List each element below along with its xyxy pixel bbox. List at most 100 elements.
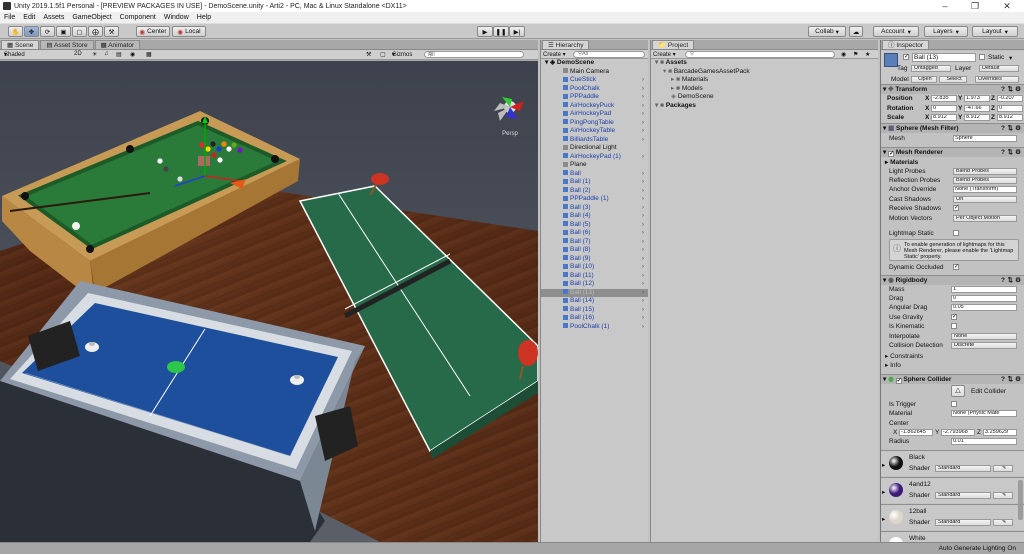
- hierarchy-item[interactable]: Ball (14) ›: [541, 297, 648, 306]
- prefab-open-icon[interactable]: ›: [642, 289, 644, 298]
- gizmos-dropdown[interactable]: Gizmos ▾: [392, 51, 412, 58]
- prefab-open-icon[interactable]: ›: [642, 178, 644, 187]
- prefab-open-icon[interactable]: ›: [642, 93, 644, 102]
- materials-foldout[interactable]: ▸ Materials: [885, 158, 918, 166]
- custom-tool-button[interactable]: ⚒: [104, 26, 119, 37]
- position-z-field[interactable]: -0.207: [997, 95, 1023, 102]
- rect-tool-button[interactable]: ▢: [72, 26, 87, 37]
- prefab-open-icon[interactable]: ›: [642, 246, 644, 255]
- project-search-input[interactable]: ⚲: [685, 51, 835, 58]
- angular-drag-field[interactable]: 0.05: [951, 304, 1017, 311]
- hierarchy-item[interactable]: AirHockeyPuck ›: [541, 102, 648, 111]
- hierarchy-item[interactable]: PPPaddle ›: [541, 93, 648, 102]
- model-select-button[interactable]: Select: [939, 76, 967, 83]
- layers-dropdown[interactable]: Layers ▾: [924, 26, 968, 37]
- model-open-button[interactable]: Open: [911, 76, 937, 83]
- prefab-open-icon[interactable]: ›: [642, 221, 644, 230]
- edit-shader-icon[interactable]: ✎: [993, 465, 1013, 472]
- tab-asset-store[interactable]: ▤ Asset Store: [40, 40, 94, 49]
- light-probes-dropdown[interactable]: Blend Probes: [953, 168, 1017, 175]
- preset-icon[interactable]: ⇅: [1008, 276, 1013, 286]
- layout-dropdown[interactable]: Layout ▾: [972, 26, 1018, 37]
- project-tree-item[interactable]: ◈ DemoScene: [651, 93, 878, 102]
- shader-dropdown[interactable]: Standard: [935, 465, 991, 472]
- scene-viewport[interactable]: Persp: [0, 61, 538, 542]
- static-checkbox[interactable]: [979, 54, 985, 60]
- project-tree-item[interactable]: ▾ ■ BarcadeGamesAssetPack: [651, 68, 878, 77]
- help-icon[interactable]: ?: [1001, 148, 1005, 158]
- account-dropdown[interactable]: Account ▾: [873, 26, 919, 37]
- shader-dropdown[interactable]: Standard: [935, 519, 991, 526]
- material-entry[interactable]: ▸WhiteShaderStandard✎: [881, 531, 1024, 542]
- prefab-open-icon[interactable]: ›: [642, 255, 644, 264]
- axis-x-label[interactable]: X: [925, 105, 929, 112]
- axis-x-label[interactable]: X: [893, 429, 897, 436]
- is-kinematic-checkbox[interactable]: [951, 323, 957, 329]
- prefab-open-icon[interactable]: ›: [642, 110, 644, 119]
- space-toggle[interactable]: ◉ Local: [172, 26, 206, 37]
- axis-z-label[interactable]: Z: [991, 114, 995, 121]
- hierarchy-item[interactable]: PoolChalk (1) ›: [541, 323, 648, 332]
- scale-y-field[interactable]: 8.912: [964, 114, 990, 121]
- center-y-field[interactable]: -2.793968: [941, 429, 975, 436]
- hierarchy-item[interactable]: PoolChalk ›: [541, 85, 648, 94]
- expand-icon[interactable]: ▸: [882, 488, 885, 496]
- prefab-open-icon[interactable]: ›: [642, 323, 644, 332]
- rotate-tool-button[interactable]: ⟳: [40, 26, 55, 37]
- preset-icon[interactable]: ⇅: [1008, 148, 1013, 158]
- step-button[interactable]: ▶|: [509, 26, 525, 37]
- menu-file[interactable]: File: [0, 14, 19, 21]
- axis-x-label[interactable]: X: [925, 114, 929, 121]
- mesh-renderer-enabled-checkbox[interactable]: ✓: [888, 151, 894, 157]
- cloud-button[interactable]: ☁: [849, 26, 863, 37]
- collision-detection-dropdown[interactable]: Discrete: [951, 342, 1017, 349]
- shader-dropdown[interactable]: Standard: [935, 492, 991, 499]
- edit-collider-button[interactable]: △: [951, 385, 965, 397]
- prefab-open-icon[interactable]: ›: [642, 85, 644, 94]
- hierarchy-create-button[interactable]: Create ▾: [543, 51, 566, 58]
- play-button[interactable]: ▶: [477, 26, 493, 37]
- scale-x-field[interactable]: 8.912: [931, 114, 957, 121]
- rotation-x-field[interactable]: 0: [931, 104, 957, 112]
- prefab-open-icon[interactable]: ›: [642, 136, 644, 145]
- rotation-z-field[interactable]: 0: [997, 104, 1023, 112]
- drag-field[interactable]: 0: [951, 295, 1017, 302]
- hierarchy-item[interactable]: BilliardsTable ›: [541, 136, 648, 145]
- motion-vectors-dropdown[interactable]: Per Object Motion: [953, 215, 1017, 222]
- project-tree-item[interactable]: ▾ ■ Packages: [651, 102, 878, 111]
- hierarchy-item[interactable]: Ball (1) ›: [541, 178, 648, 187]
- prefab-open-icon[interactable]: ›: [642, 229, 644, 238]
- prefab-open-icon[interactable]: ›: [642, 187, 644, 196]
- preset-icon[interactable]: ⇅: [1008, 124, 1013, 134]
- use-gravity-checkbox[interactable]: ✓: [951, 314, 957, 320]
- prefab-open-icon[interactable]: ›: [642, 238, 644, 247]
- menu-window[interactable]: Window: [160, 14, 193, 21]
- hierarchy-item[interactable]: Ball (16) ›: [541, 314, 648, 323]
- axis-y-label[interactable]: Y: [935, 429, 939, 436]
- hierarchy-item[interactable]: Main Camera: [541, 68, 648, 77]
- sphere-collider-header[interactable]: ▾ ◉ ✓ Sphere Collider ? ⇅ ⚙: [881, 374, 1024, 384]
- hierarchy-item[interactable]: Ball (9) ›: [541, 255, 648, 264]
- pivot-toggle[interactable]: ◉ Center: [136, 26, 170, 37]
- audio-toggle-icon[interactable]: ♫: [104, 51, 109, 57]
- lightmap-static-checkbox[interactable]: [953, 230, 959, 236]
- project-tree-item[interactable]: ▾ ■ Assets: [651, 59, 878, 68]
- physic-material-field[interactable]: None (Physic Mate: [951, 410, 1017, 417]
- grid-toggle-icon[interactable]: ▦: [146, 51, 152, 58]
- project-create-button[interactable]: Create ▾: [653, 51, 676, 58]
- help-icon[interactable]: ?: [1001, 85, 1005, 95]
- center-x-field[interactable]: -1.862645: [899, 429, 933, 436]
- rotation-y-field[interactable]: -47.66: [964, 104, 990, 112]
- radius-field[interactable]: 0.01: [951, 438, 1017, 445]
- tab-hierarchy[interactable]: ☰ Hierarchy: [542, 40, 590, 49]
- hierarchy-item[interactable]: Ball (6) ›: [541, 229, 648, 238]
- help-icon[interactable]: ?: [1001, 124, 1005, 134]
- gear-icon[interactable]: ⚙: [1015, 148, 1021, 158]
- mesh-filter-header[interactable]: ▾ ▦ Sphere (Mesh Filter) ? ⇅ ⚙: [881, 123, 1024, 133]
- object-name-field[interactable]: Ball (13): [912, 53, 976, 62]
- persp-label[interactable]: Persp: [502, 131, 518, 137]
- edit-shader-icon[interactable]: ✎: [993, 519, 1013, 526]
- dynamic-occluded-checkbox[interactable]: ✓: [953, 264, 959, 270]
- hierarchy-item[interactable]: Ball (11) ›: [541, 272, 648, 281]
- hierarchy-item[interactable]: AirHockeyPad ›: [541, 110, 648, 119]
